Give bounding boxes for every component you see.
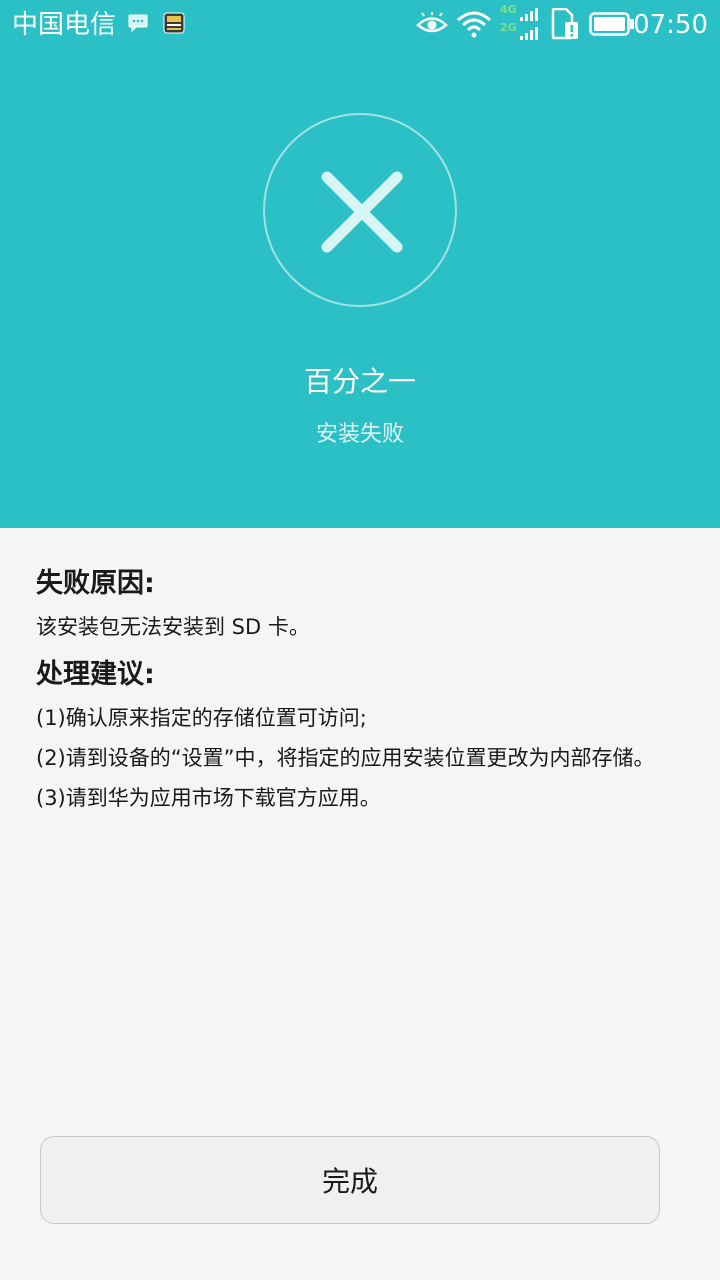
close-icon xyxy=(321,171,403,253)
install-failed-icon xyxy=(263,113,457,307)
status-bar: 中国电信 4G 2G 07:50 xyxy=(0,0,720,50)
eye-comfort-icon xyxy=(416,12,448,40)
suggestion-item: (3)请到华为应用市场下载官方应用。 xyxy=(36,786,381,810)
suggestion-item: (1)确认原来指定的存储位置可访问; xyxy=(36,706,367,730)
suggestion-title: 处理建议: xyxy=(36,659,155,690)
suggestion-item: (2)请到设备的“设置”中，将指定的应用安装位置更改为内部存储。 xyxy=(36,746,655,770)
failure-reason-title: 失败原因: xyxy=(36,568,155,599)
carrier-name: 中国电信 xyxy=(12,10,117,40)
cellular-signal-icon: 4G 2G xyxy=(498,4,542,42)
battery-icon xyxy=(589,12,635,40)
status-bar-clock: 07:50 xyxy=(633,10,708,40)
done-button[interactable]: 完成 xyxy=(40,1136,660,1224)
sim-alert-icon xyxy=(550,7,580,44)
chat-notification-icon xyxy=(128,14,148,36)
app-name: 百分之一 xyxy=(303,365,416,398)
install-status-text: 安装失败 xyxy=(315,422,404,447)
wifi-icon xyxy=(456,10,492,42)
header-panel: 中国电信 4G 2G 07:50 百分之一 安装失败 xyxy=(0,0,720,528)
app-notification-icon xyxy=(163,12,185,38)
failure-reason-text: 该安装包无法安装到 SD 卡。 xyxy=(36,615,310,639)
